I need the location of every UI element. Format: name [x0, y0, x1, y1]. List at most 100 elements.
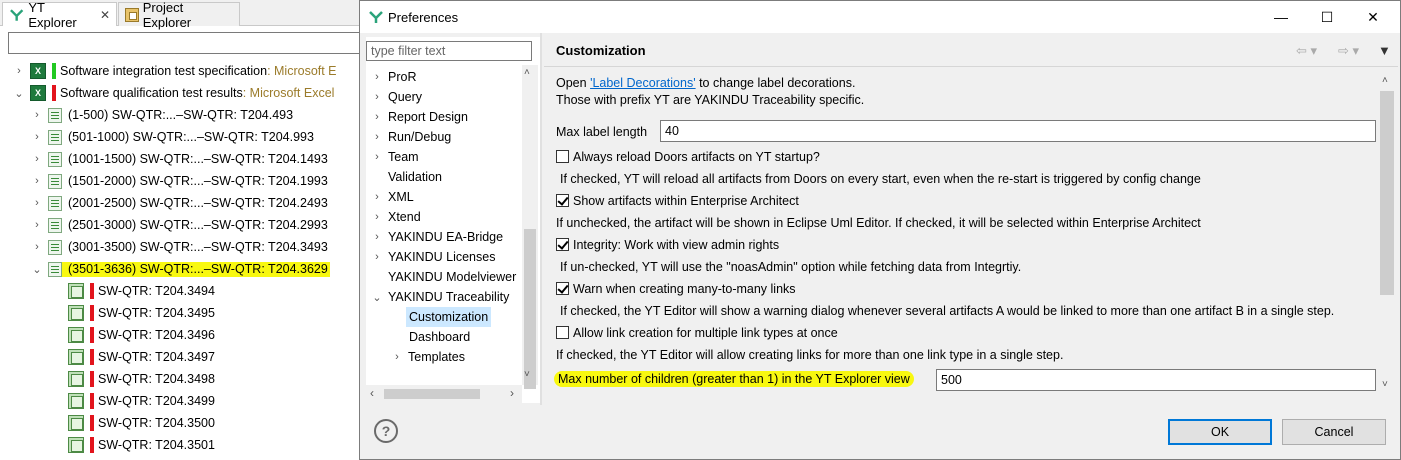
- checkbox-unchecked[interactable]: [556, 150, 569, 163]
- scroll-down-icon[interactable]: ˅: [1382, 379, 1388, 390]
- scroll-thumb[interactable]: [1380, 91, 1394, 295]
- scroll-thumb[interactable]: [384, 389, 480, 399]
- tab-project-explorer[interactable]: Project Explorer: [118, 0, 240, 30]
- chevron-right-icon[interactable]: ›: [32, 109, 42, 121]
- tab-yt-explorer[interactable]: YT Explorer ✕: [2, 0, 117, 30]
- artifact-label: SW-QTR: T204.3496: [98, 328, 215, 342]
- option-checkbox-row[interactable]: Show artifacts within Enterprise Archite…: [556, 194, 799, 208]
- chevron-right-icon[interactable]: ›: [392, 351, 402, 363]
- tree-artifact-item[interactable]: SW-QTR: T204.3495: [68, 302, 215, 324]
- nav-item-report-design[interactable]: › Report Design: [372, 107, 468, 127]
- scroll-up-icon[interactable]: ˄: [524, 67, 530, 78]
- tree-artifact-item[interactable]: SW-QTR: T204.3500: [68, 412, 215, 434]
- max-children-input[interactable]: 500: [936, 369, 1376, 391]
- cancel-button[interactable]: Cancel: [1282, 419, 1386, 445]
- chevron-right-icon[interactable]: ›: [372, 91, 382, 103]
- nav-filter-input[interactable]: type filter text: [366, 41, 532, 61]
- tree-group-item[interactable]: › (501-1000) SW-QTR:...–SW-QTR: T204.993: [32, 126, 314, 148]
- tree-group-item[interactable]: › (1-500) SW-QTR:...–SW-QTR: T204.493: [32, 104, 293, 126]
- back-arrow-icon[interactable]: ⇦ ▾: [1296, 43, 1317, 59]
- chevron-right-icon[interactable]: ›: [372, 211, 382, 223]
- scroll-right-icon[interactable]: ›: [510, 386, 514, 400]
- chevron-right-icon[interactable]: ›: [32, 153, 42, 165]
- chevron-right-icon[interactable]: ›: [14, 65, 24, 77]
- view-menu-icon[interactable]: ▼: [1378, 43, 1391, 58]
- excel-icon: X: [30, 85, 46, 101]
- tree-group-item[interactable]: › (3001-3500) SW-QTR:...–SW-QTR: T204.349…: [32, 236, 328, 258]
- tree-artifact-item[interactable]: SW-QTR: T204.3494: [68, 280, 215, 302]
- chevron-down-icon[interactable]: ⌄: [372, 291, 382, 304]
- ok-button[interactable]: OK: [1168, 419, 1272, 445]
- maximize-button[interactable]: ☐: [1304, 1, 1350, 33]
- checkbox-unchecked[interactable]: [556, 326, 569, 339]
- chevron-right-icon[interactable]: ›: [372, 111, 382, 123]
- chevron-right-icon[interactable]: ›: [372, 231, 382, 243]
- nav-item-xtend[interactable]: › Xtend: [372, 207, 421, 227]
- tree-artifact-item[interactable]: SW-QTR: T204.3501: [68, 434, 215, 456]
- split-sash[interactable]: [540, 33, 542, 405]
- nav-item-dashboard[interactable]: Dashboard: [409, 327, 470, 347]
- tree-item-integration-spec[interactable]: › X Software integration test specificat…: [14, 60, 337, 82]
- chevron-down-icon[interactable]: ⌄: [32, 263, 42, 276]
- tree-group-item-expanded[interactable]: ⌄ (3501-3636) SW-QTR:...–SW-QTR: T204.362…: [32, 258, 330, 280]
- nav-item-customization[interactable]: Customization: [406, 307, 492, 327]
- tree-artifact-item[interactable]: SW-QTR: T204.3497: [68, 346, 215, 368]
- forward-arrow-icon[interactable]: ⇨ ▾: [1338, 43, 1359, 59]
- tree-item-qualification-results[interactable]: ⌄ X Software qualification test results …: [14, 82, 334, 104]
- nav-item-pror[interactable]: › ProR: [372, 67, 416, 87]
- nav-item-run-debug[interactable]: › Run/Debug: [372, 127, 451, 147]
- close-button[interactable]: ✕: [1350, 1, 1396, 33]
- close-icon[interactable]: ✕: [100, 8, 110, 22]
- scroll-up-icon[interactable]: ˄: [1382, 75, 1388, 86]
- nav-item-team[interactable]: › Team: [372, 147, 418, 167]
- tree-artifact-item[interactable]: SW-QTR: T204.3498: [68, 368, 215, 390]
- scroll-left-icon[interactable]: ‹: [370, 386, 374, 400]
- nav-vertical-scrollbar[interactable]: ˄ ˅: [522, 65, 538, 389]
- yt-logo-icon: [10, 8, 24, 21]
- chevron-right-icon[interactable]: ›: [32, 131, 42, 143]
- tree-group-item[interactable]: › (1001-1500) SW-QTR:...–SW-QTR: T204.149…: [32, 148, 328, 170]
- checkbox-checked[interactable]: [556, 238, 569, 251]
- chevron-down-icon[interactable]: ⌄: [14, 87, 24, 100]
- chevron-right-icon[interactable]: ›: [372, 251, 382, 263]
- option-checkbox-row[interactable]: Warn when creating many-to-many links: [556, 282, 796, 296]
- nav-horizontal-scrollbar[interactable]: ‹ ›: [366, 385, 522, 403]
- chevron-right-icon[interactable]: ›: [32, 197, 42, 209]
- nav-item-xml[interactable]: › XML: [372, 187, 414, 207]
- group-icon: [48, 261, 62, 277]
- checkbox-checked[interactable]: [556, 194, 569, 207]
- nav-item-traceability[interactable]: ⌄ YAKINDU Traceability: [372, 287, 509, 307]
- tree-group-item[interactable]: › (1501-2000) SW-QTR:...–SW-QTR: T204.199…: [32, 170, 328, 192]
- nav-item-modelviewer[interactable]: YAKINDU Modelviewer: [372, 267, 522, 287]
- nav-item-ea-bridge[interactable]: › YAKINDU EA-Bridge: [372, 227, 503, 247]
- dialog-titlebar[interactable]: Preferences — ☐ ✕: [360, 1, 1400, 33]
- max-label-length-input[interactable]: 40: [660, 120, 1376, 142]
- content-vertical-scrollbar[interactable]: ˄ ˅: [1378, 73, 1396, 395]
- chevron-right-icon[interactable]: ›: [372, 131, 382, 143]
- nav-item-query[interactable]: › Query: [372, 87, 422, 107]
- minimize-button[interactable]: —: [1258, 1, 1304, 33]
- nav-item-validation[interactable]: Validation: [372, 167, 442, 187]
- chevron-right-icon[interactable]: ›: [32, 175, 42, 187]
- chevron-right-icon[interactable]: ›: [372, 71, 382, 83]
- status-marker-red: [90, 437, 94, 453]
- tree-artifact-item[interactable]: SW-QTR: T204.3499: [68, 390, 215, 412]
- explorer-filter-input[interactable]: [8, 32, 360, 54]
- tree-group-item[interactable]: › (2501-3000) SW-QTR:...–SW-QTR: T204.299…: [32, 214, 328, 236]
- nav-item-licenses[interactable]: › YAKINDU Licenses: [372, 247, 495, 267]
- scroll-down-icon[interactable]: ˅: [524, 369, 530, 380]
- checkbox-checked[interactable]: [556, 282, 569, 295]
- chevron-right-icon[interactable]: ›: [372, 151, 382, 163]
- tree-artifact-item[interactable]: SW-QTR: T204.3496: [68, 324, 215, 346]
- scroll-thumb[interactable]: [524, 229, 536, 389]
- chevron-right-icon[interactable]: ›: [32, 219, 42, 231]
- option-checkbox-row[interactable]: Integrity: Work with view admin rights: [556, 238, 779, 252]
- chevron-right-icon[interactable]: ›: [32, 241, 42, 253]
- label-decorations-link[interactable]: 'Label Decorations': [590, 76, 696, 90]
- tree-group-item[interactable]: › (2001-2500) SW-QTR:...–SW-QTR: T204.249…: [32, 192, 328, 214]
- nav-item-templates[interactable]: › Templates: [392, 347, 465, 367]
- option-checkbox-row[interactable]: Allow link creation for multiple link ty…: [556, 326, 838, 340]
- help-icon[interactable]: ?: [374, 419, 398, 443]
- chevron-right-icon[interactable]: ›: [372, 191, 382, 203]
- option-checkbox-row[interactable]: Always reload Doors artifacts on YT star…: [556, 150, 820, 164]
